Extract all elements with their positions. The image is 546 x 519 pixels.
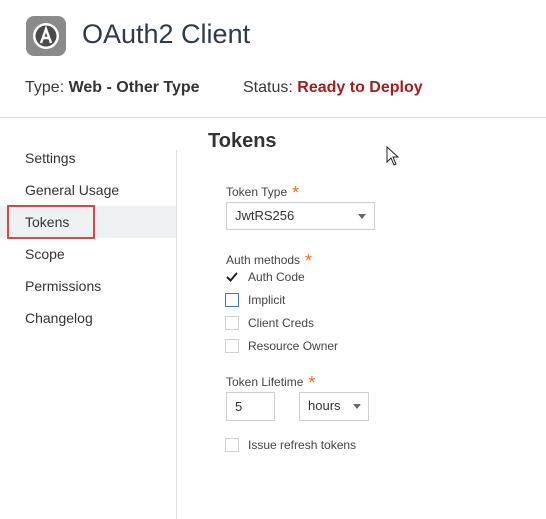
client-creds-label: Client Creds [248,316,315,330]
status-label: Status: [243,79,293,96]
type-value: Web - Other Type [68,79,200,96]
app-logo-icon [26,16,66,56]
mouse-cursor-icon [386,146,400,166]
required-marker: * [308,373,316,393]
header-divider [0,117,546,118]
checkbox-icon[interactable] [225,438,239,452]
sidebar-item-scope[interactable]: Scope [0,238,176,270]
sidebar-item-settings[interactable]: Settings [0,142,176,174]
implicit-label: Implicit [248,293,286,307]
page-title: OAuth2 Client [82,19,251,49]
lifetime-unit-value: hours [308,398,341,413]
type-meta: Type: Web - Other Type [25,79,200,97]
status-meta: Status: Ready to Deploy [243,79,423,97]
sidebar-item-changelog[interactable]: Changelog [0,302,176,334]
sidebar-item-permissions[interactable]: Permissions [0,270,176,302]
token-lifetime-label: Token Lifetime * [226,370,316,393]
section-title: Tokens [208,130,277,152]
checkbox-checked-icon[interactable] [225,270,239,284]
sidebar-divider [176,150,177,519]
token-lifetime-input[interactable]: 5 [226,392,275,421]
checkbox-icon[interactable] [225,316,239,330]
token-type-label: Token Type * [226,180,300,203]
required-marker: * [292,183,300,203]
token-type-label-text: Token Type [226,185,288,199]
token-type-select[interactable]: JwtRS256 [226,202,375,230]
auth-methods-label-text: Auth methods [226,253,301,267]
checkbox-icon[interactable] [225,293,239,307]
auth-methods-label: Auth methods * [226,248,313,271]
required-marker: * [305,251,313,271]
refresh-tokens-label: Issue refresh tokens [248,438,357,452]
sidebar-item-tokens[interactable]: Tokens [0,206,176,238]
checkbox-icon[interactable] [225,339,239,353]
sidebar: Settings General Usage Tokens Scope Perm… [0,142,176,334]
auth-code-label: Auth Code [248,270,305,284]
type-label: Type: [25,79,65,96]
chevron-down-icon [353,404,361,409]
token-type-value: JwtRS256 [235,208,295,223]
token-lifetime-label-text: Token Lifetime [226,375,304,389]
sidebar-item-general-usage[interactable]: General Usage [0,174,176,206]
chevron-down-icon [358,214,366,219]
resource-owner-label: Resource Owner [248,339,339,353]
status-value: Ready to Deploy [297,79,423,96]
lifetime-unit-select[interactable]: hours [299,392,369,421]
